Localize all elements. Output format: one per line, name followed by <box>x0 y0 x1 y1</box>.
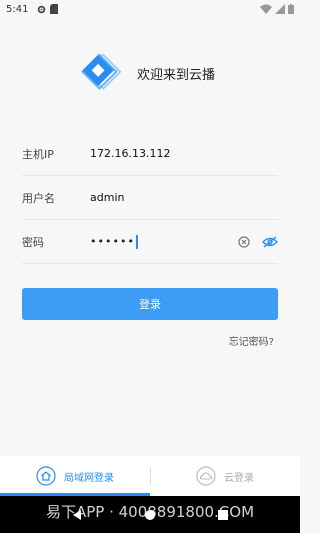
host-ip-label: 主机IP <box>22 147 54 161</box>
app-title: 欢迎来到云播 <box>136 67 215 83</box>
tab-cloud-login[interactable]: 云登录 <box>150 456 300 496</box>
battery-icon <box>288 4 294 14</box>
login-button[interactable]: 登录 <box>22 288 278 320</box>
text-cursor <box>135 234 138 249</box>
clear-icon[interactable] <box>238 235 250 248</box>
tab-lan-login-label: 局域网登录 <box>64 472 114 484</box>
tab-lan-login[interactable]: 局域网登录 <box>0 456 150 496</box>
status-bar: 5:41 <box>0 0 300 18</box>
watermark-text: 易下APP · 4008891800.COM <box>45 503 255 521</box>
app-header: 欢迎来到云播 <box>0 50 300 96</box>
wifi-icon <box>260 4 272 14</box>
status-time: 5:41 <box>6 3 29 15</box>
host-ip-input[interactable]: 172.16.13.112 <box>90 147 170 160</box>
login-mode-tabs: 局域网登录 云登录 <box>0 456 300 496</box>
cloud-icon <box>196 466 216 486</box>
username-label: 用户名 <box>22 191 55 205</box>
username-input[interactable]: admin <box>90 191 124 204</box>
tab-cloud-login-label: 云登录 <box>224 472 254 484</box>
signal-icon <box>275 4 285 14</box>
app-logo-icon <box>81 53 122 90</box>
password-mask: •••••• <box>90 235 135 248</box>
home-icon <box>36 466 56 486</box>
password-field[interactable]: 密码 •••••• <box>22 220 278 264</box>
hide-password-icon[interactable] <box>262 236 278 248</box>
forgot-password-link[interactable]: 忘记密码? <box>229 333 274 348</box>
sd-card-icon <box>50 4 59 14</box>
host-ip-field[interactable]: 主机IP 172.16.13.112 <box>22 132 278 176</box>
password-input[interactable]: •••••• <box>90 234 138 249</box>
username-field[interactable]: 用户名 admin <box>22 176 278 220</box>
settings-icon <box>38 5 46 13</box>
password-label: 密码 <box>22 235 44 249</box>
